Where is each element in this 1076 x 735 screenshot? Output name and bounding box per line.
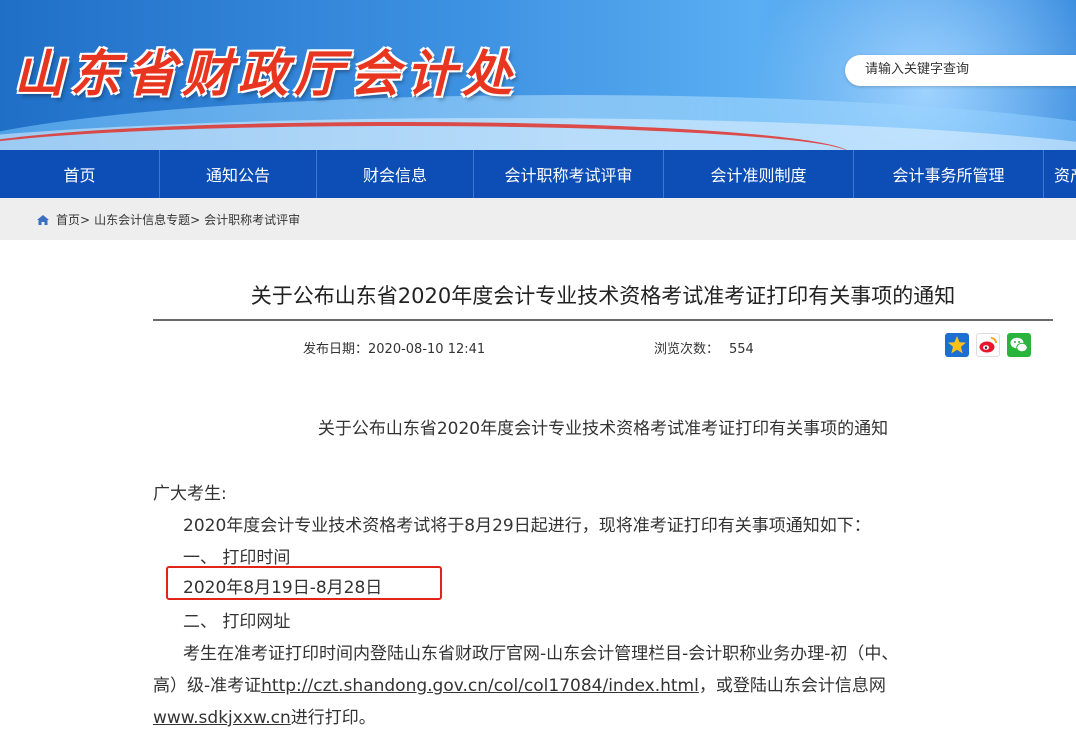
article-subtitle: 关于公布山东省2020年度会计专业技术资格考试准考证打印有关事项的通知 <box>317 419 889 439</box>
section2-line3-suffix: 进行打印。 <box>290 708 376 728</box>
section2-heading: 二、 打印网址 <box>183 612 291 632</box>
breadcrumb-current[interactable]: 会计职称考试评审 <box>204 211 300 228</box>
breadcrumb-separator: > <box>80 212 91 227</box>
highlight-box <box>166 566 442 600</box>
header-banner: 山东省财政厅会计处 <box>0 0 1076 150</box>
nav-item-exam-review[interactable]: 会计职称考试评审 <box>474 150 664 198</box>
section2-line2-suffix: ，或登陆山东会计信息网 <box>698 676 886 696</box>
favorite-star-icon[interactable] <box>945 333 969 357</box>
breadcrumb-separator: > <box>190 212 201 227</box>
greeting: 广大考生: <box>153 484 227 504</box>
breadcrumb-topic[interactable]: 山东会计信息专题 <box>94 211 190 228</box>
publish-date-label: 发布日期： <box>303 342 369 357</box>
intro-paragraph: 2020年度会计专业技术资格考试将于8月29日起进行，现将准考证打印有关事项通知… <box>183 516 871 536</box>
nav-item-firm-management[interactable]: 会计事务所管理 <box>854 150 1044 198</box>
section2-line1: 考生在准考证打印时间内登陆山东省财政厅官网-山东会计管理栏目-会计职称业务办理-… <box>183 644 899 664</box>
publish-date-value: 2020-08-10 12:41 <box>368 342 486 357</box>
view-count-value: 554 <box>729 342 754 357</box>
breadcrumb-home[interactable]: 首页 <box>56 211 80 228</box>
nav-item-finance-info[interactable]: 财会信息 <box>317 150 474 198</box>
nav-item-asset-valuation[interactable]: 资产评估 <box>1044 150 1076 198</box>
section2-line3: www.sdkjxxw.cn进行打印。 <box>153 703 376 728</box>
search-box[interactable] <box>845 55 1076 86</box>
wechat-icon[interactable] <box>1007 333 1031 357</box>
article-title: 关于公布山东省2020年度会计专业技术资格考试准考证打印有关事项的通知 <box>250 284 956 308</box>
breadcrumb-bar: 首页 > 山东会计信息专题 > 会计职称考试评审 <box>0 198 1076 240</box>
search-input[interactable] <box>863 61 1076 78</box>
site-title: 山东省财政厅会计处 <box>14 44 518 103</box>
nav-item-notices[interactable]: 通知公告 <box>160 150 317 198</box>
view-count-label: 浏览次数： <box>654 342 720 357</box>
home-icon <box>36 214 50 226</box>
weibo-icon[interactable] <box>976 333 1000 357</box>
sdkjxxw-link[interactable]: www.sdkjxxw.cn <box>153 708 291 728</box>
view-count: 浏览次数： 554 <box>654 338 754 357</box>
breadcrumb: 首页 > 山东会计信息专题 > 会计职称考试评审 <box>36 211 300 228</box>
section1-heading: 一、 打印时间 <box>183 548 291 568</box>
section2-line2-prefix: 高）级-准考证 <box>153 676 262 696</box>
section2-line2: 高）级-准考证http://czt.shandong.gov.cn/col/co… <box>153 671 886 696</box>
nav-item-home[interactable]: 首页 <box>0 150 160 198</box>
publish-date: 发布日期：2020-08-10 12:41 <box>303 338 485 357</box>
nav-item-standards[interactable]: 会计准则制度 <box>664 150 854 198</box>
czt-portal-link[interactable]: http://czt.shandong.gov.cn/col/col17084/… <box>261 676 699 696</box>
main-nav: 首页 通知公告 财会信息 会计职称考试评审 会计准则制度 会计事务所管理 资产评… <box>0 150 1076 198</box>
title-divider <box>153 319 1053 321</box>
